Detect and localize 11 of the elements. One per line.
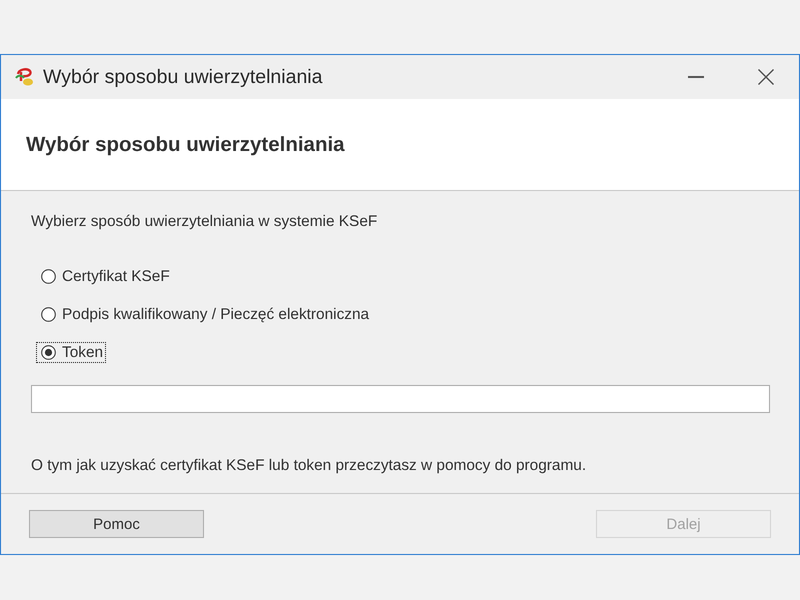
help-text: O tym jak uzyskać certyfikat KSeF lub token przeczytasz w pomocy do programu. (31, 457, 586, 475)
radio-option[interactable]: Token (36, 342, 106, 362)
close-icon (758, 69, 774, 85)
help-button[interactable]: Pomoc (29, 510, 204, 538)
window-title: Wybór sposobu uwierzytelniania (43, 66, 322, 88)
radio-option[interactable]: Podpis kwalifikowany / Pieczęć elektroniczna (36, 304, 372, 324)
radio-option[interactable]: Certyfikat KSeF (36, 266, 173, 286)
instruction-text: Wybierz sposób uwierzytelniania w systemie KSeF (31, 213, 378, 231)
minimize-icon (688, 76, 704, 78)
header-title: Wybór sposobu uwierzytelniania (26, 132, 345, 156)
token-input-field[interactable] (31, 385, 770, 413)
